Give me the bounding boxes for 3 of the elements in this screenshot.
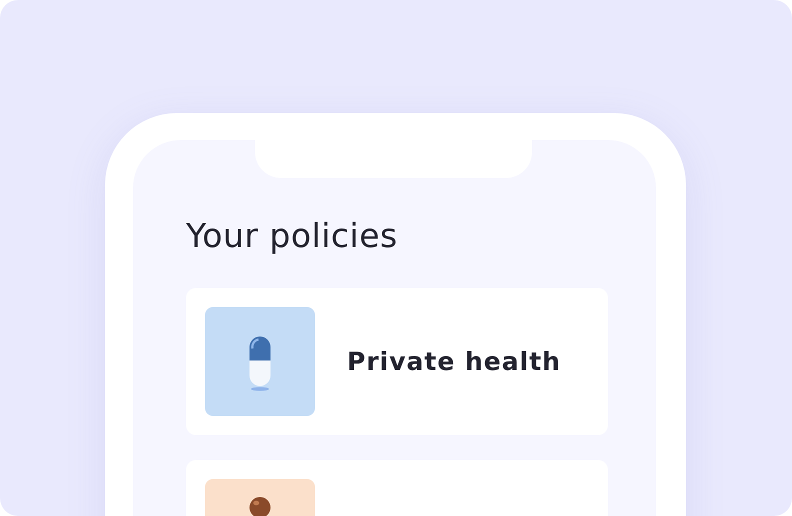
- policy-name: Private health: [347, 347, 561, 376]
- policy-card[interactable]: Private health: [186, 288, 608, 435]
- page-title: Your policies: [186, 215, 399, 257]
